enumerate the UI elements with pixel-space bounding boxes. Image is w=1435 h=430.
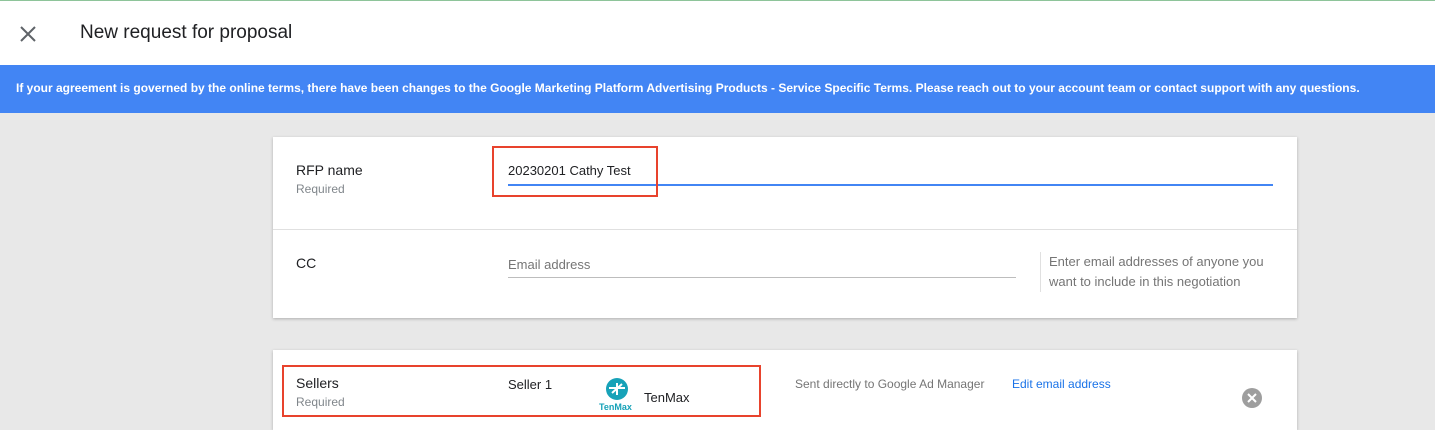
rfp-details-card: RFP name Required 20230201 Cathy Test CC… bbox=[273, 137, 1297, 318]
remove-circle-icon bbox=[1242, 388, 1262, 408]
terms-banner: If your agreement is governed by the onl… bbox=[0, 65, 1435, 113]
sellers-card: Sellers Required Seller 1 TenMax TenMax … bbox=[273, 350, 1297, 430]
edit-email-link[interactable]: Edit email address bbox=[1012, 377, 1111, 391]
close-button[interactable] bbox=[14, 20, 42, 48]
rfp-name-required: Required bbox=[296, 182, 345, 196]
seller-highlight bbox=[282, 365, 761, 417]
row-divider bbox=[273, 229, 1297, 230]
remove-seller-button[interactable] bbox=[1242, 388, 1262, 408]
seller-status: Sent directly to Google Ad Manager bbox=[795, 377, 985, 391]
page-title: New request for proposal bbox=[80, 22, 293, 43]
rfp-name-highlight bbox=[492, 146, 658, 197]
cc-email-underline bbox=[508, 277, 1016, 278]
rfp-name-label: RFP name bbox=[296, 162, 363, 178]
close-icon bbox=[20, 26, 36, 42]
cc-email-input[interactable]: Email address bbox=[508, 257, 590, 272]
banner-text: If your agreement is governed by the onl… bbox=[16, 81, 1360, 95]
cc-helper-text: Enter email addresses of anyone you want… bbox=[1040, 252, 1289, 292]
cc-label: CC bbox=[296, 255, 317, 271]
dialog-header: New request for proposal bbox=[0, 1, 1435, 65]
